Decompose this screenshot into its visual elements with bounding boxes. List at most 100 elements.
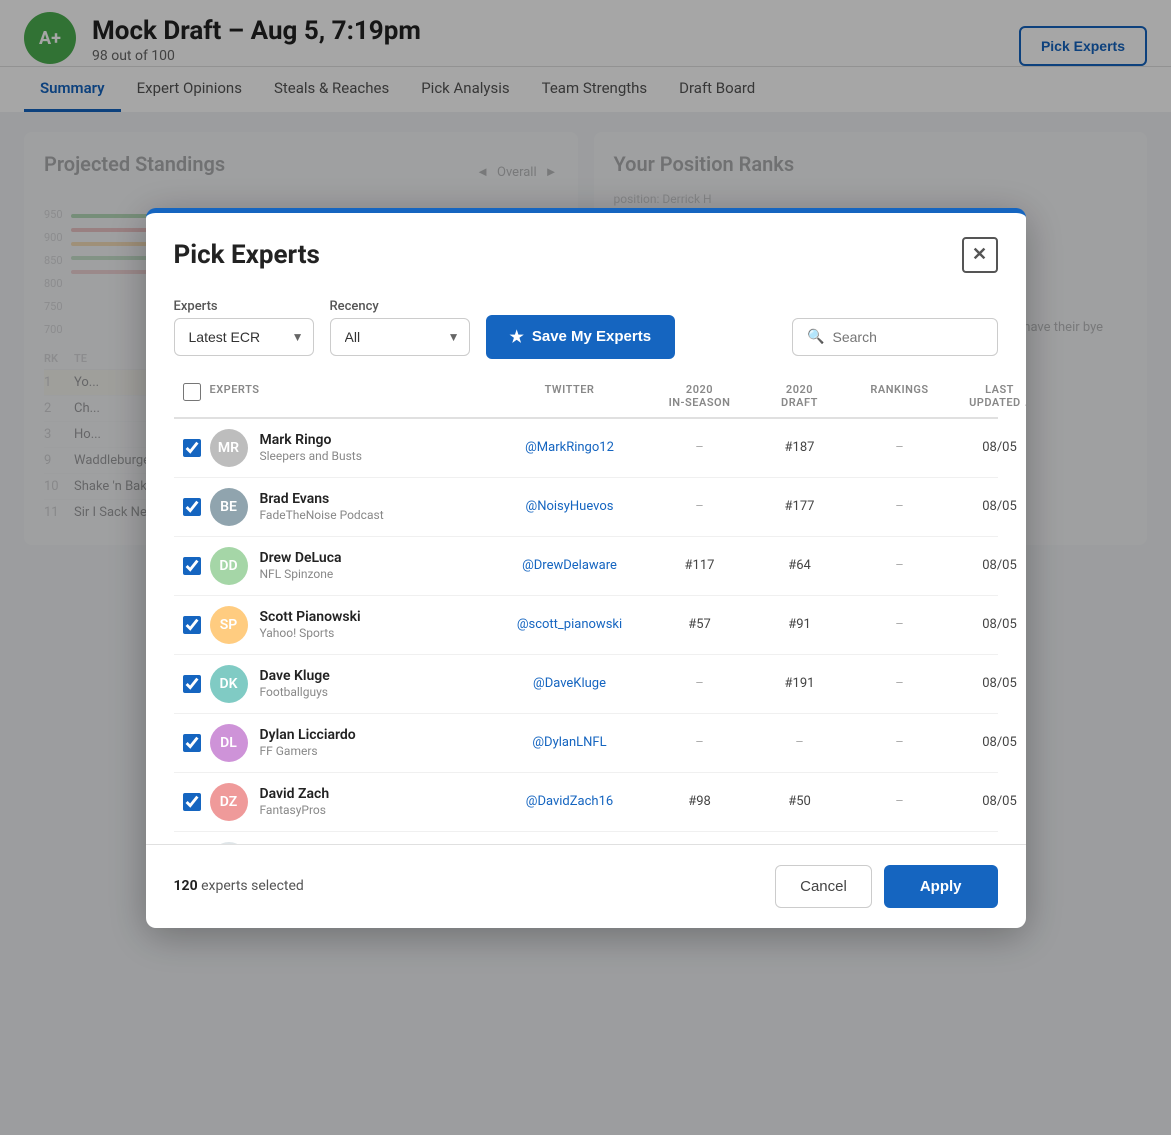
expert-info-1: BE Brad Evans FadeTheNoise Podcast xyxy=(210,488,490,526)
col-in-season: 2020IN-SEASON xyxy=(650,383,750,409)
pick-experts-modal: Pick Experts ✕ Experts Latest ECR Custom… xyxy=(146,208,1026,928)
experts-label: Experts xyxy=(174,299,314,314)
modal-overlay: Pick Experts ✕ Experts Latest ECR Custom… xyxy=(0,0,1171,1135)
expert-name-4: Dave Kluge xyxy=(260,668,330,684)
expert-checkbox-1[interactable] xyxy=(183,498,201,516)
expert-row: DL Dylan Licciardo FF Gamers @DylanLNFL … xyxy=(174,714,998,773)
checkbox-cell-4 xyxy=(174,675,210,693)
expert-org-0: Sleepers and Busts xyxy=(260,449,362,463)
expert-checkbox-3[interactable] xyxy=(183,616,201,634)
expert-twitter-3[interactable]: @scott_pianowski xyxy=(490,617,650,632)
expert-row: DZ David Zach FantasyPros @DavidZach16 #… xyxy=(174,773,998,832)
expert-row: DD Drew DeLuca NFL Spinzone @DrewDelawar… xyxy=(174,537,998,596)
expert-name-6: David Zach xyxy=(260,786,330,802)
expert-org-2: NFL Spinzone xyxy=(260,567,342,581)
expert-name-2: Drew DeLuca xyxy=(260,550,342,566)
expert-checkbox-2[interactable] xyxy=(183,557,201,575)
expert-updated-6: 08/05 xyxy=(950,794,1026,809)
recency-select-wrapper: All Last Week Last Month ▼ xyxy=(330,318,470,356)
recency-select[interactable]: All Last Week Last Month xyxy=(330,318,470,356)
expert-twitter-6[interactable]: @DavidZach16 xyxy=(490,794,650,809)
expert-twitter-4[interactable]: @DaveKluge xyxy=(490,676,650,691)
expert-avatar-6: DZ xyxy=(210,783,248,821)
expert-org-3: Yahoo! Sports xyxy=(260,626,361,640)
expert-twitter-5[interactable]: @DylanLNFL xyxy=(490,735,650,750)
expert-row-partial: ?? ··· ··· – – – – 08/05 xyxy=(174,832,998,844)
expert-row: MR Mark Ringo Sleepers and Busts @MarkRi… xyxy=(174,419,998,478)
expert-avatar-4: DK xyxy=(210,665,248,703)
expert-name-3: Scott Pianowski xyxy=(260,609,361,625)
expert-twitter-1[interactable]: @NoisyHuevos xyxy=(490,499,650,514)
save-icon: ★ xyxy=(510,327,524,347)
expert-org-5: FF Gamers xyxy=(260,744,356,758)
cancel-button[interactable]: Cancel xyxy=(775,865,872,908)
expert-avatar-0: MR xyxy=(210,429,248,467)
col-draft: 2020DRAFT xyxy=(750,383,850,409)
recency-label: Recency xyxy=(330,299,470,314)
expert-updated-0: 08/05 xyxy=(950,440,1026,455)
expert-inseason-4: – xyxy=(650,676,750,691)
expert-draft-0: #187 xyxy=(750,440,850,455)
modal-title: Pick Experts xyxy=(174,240,320,270)
expert-avatar-1: BE xyxy=(210,488,248,526)
expert-row: BE Brad Evans FadeTheNoise Podcast @Nois… xyxy=(174,478,998,537)
expert-twitter-2[interactable]: @DrewDelaware xyxy=(490,558,650,573)
expert-rankings-6: – xyxy=(850,794,950,809)
expert-info-4: DK Dave Kluge Footballguys xyxy=(210,665,490,703)
checkbox-cell-1 xyxy=(174,498,210,516)
apply-button[interactable]: Apply xyxy=(884,865,998,908)
expert-draft-3: #91 xyxy=(750,617,850,632)
col-twitter: TWITTER xyxy=(490,383,650,409)
search-icon: 🔍 xyxy=(807,329,824,345)
expert-inseason-2: #117 xyxy=(650,558,750,573)
expert-rankings-2: – xyxy=(850,558,950,573)
search-box[interactable]: 🔍 xyxy=(792,318,997,356)
expert-info-6: DZ David Zach FantasyPros xyxy=(210,783,490,821)
expert-rankings-1: – xyxy=(850,499,950,514)
expert-updated-5: 08/05 xyxy=(950,735,1026,750)
modal-footer: 120 experts selected Cancel Apply xyxy=(146,844,1026,928)
expert-twitter-0[interactable]: @MarkRingo12 xyxy=(490,440,650,455)
expert-org-1: FadeTheNoise Podcast xyxy=(260,508,384,522)
checkbox-cell-3 xyxy=(174,616,210,634)
expert-name-5: Dylan Licciardo xyxy=(260,727,356,743)
expert-draft-6: #50 xyxy=(750,794,850,809)
expert-checkbox-4[interactable] xyxy=(183,675,201,693)
save-my-experts-button[interactable]: ★ Save My Experts xyxy=(486,315,676,359)
expert-name-1: Brad Evans xyxy=(260,491,384,507)
expert-updated-3: 08/05 xyxy=(950,617,1026,632)
recency-control-group: Recency All Last Week Last Month ▼ xyxy=(330,299,470,356)
expert-draft-5: – xyxy=(750,735,850,750)
expert-row: DK Dave Kluge Footballguys @DaveKluge – … xyxy=(174,655,998,714)
expert-checkbox-6[interactable] xyxy=(183,793,201,811)
expert-inseason-0: – xyxy=(650,440,750,455)
experts-control-group: Experts Latest ECR Custom ▼ xyxy=(174,299,314,356)
expert-draft-1: #177 xyxy=(750,499,850,514)
table-header-row: EXPERTS TWITTER 2020IN-SEASON 2020DRAFT … xyxy=(174,375,998,419)
experts-count-label: 120 experts selected xyxy=(174,878,304,894)
checkbox-cell-6 xyxy=(174,793,210,811)
expert-row: SP Scott Pianowski Yahoo! Sports @scott_… xyxy=(174,596,998,655)
expert-info-5: DL Dylan Licciardo FF Gamers xyxy=(210,724,490,762)
expert-checkbox-0[interactable] xyxy=(183,439,201,457)
modal-close-button[interactable]: ✕ xyxy=(962,237,998,273)
modal-controls: Experts Latest ECR Custom ▼ Recency All … xyxy=(146,289,1026,375)
checkbox-cell-0 xyxy=(174,439,210,457)
expert-draft-2: #64 xyxy=(750,558,850,573)
experts-table: EXPERTS TWITTER 2020IN-SEASON 2020DRAFT … xyxy=(146,375,1026,844)
modal-header: Pick Experts ✕ xyxy=(146,213,1026,289)
checkbox-cell-2 xyxy=(174,557,210,575)
experts-list: MR Mark Ringo Sleepers and Busts @MarkRi… xyxy=(174,419,998,844)
experts-select-wrapper: Latest ECR Custom ▼ xyxy=(174,318,314,356)
expert-avatar-2: DD xyxy=(210,547,248,585)
search-input[interactable] xyxy=(833,329,983,345)
footer-buttons: Cancel Apply xyxy=(775,865,997,908)
expert-info-2: DD Drew DeLuca NFL Spinzone xyxy=(210,547,490,585)
expert-checkbox-5[interactable] xyxy=(183,734,201,752)
expert-updated-1: 08/05 xyxy=(950,499,1026,514)
experts-select[interactable]: Latest ECR Custom xyxy=(174,318,314,356)
expert-name-0: Mark Ringo xyxy=(260,432,362,448)
select-all-checkbox[interactable] xyxy=(183,383,201,401)
expert-avatar-3: SP xyxy=(210,606,248,644)
expert-info-0: MR Mark Ringo Sleepers and Busts xyxy=(210,429,490,467)
